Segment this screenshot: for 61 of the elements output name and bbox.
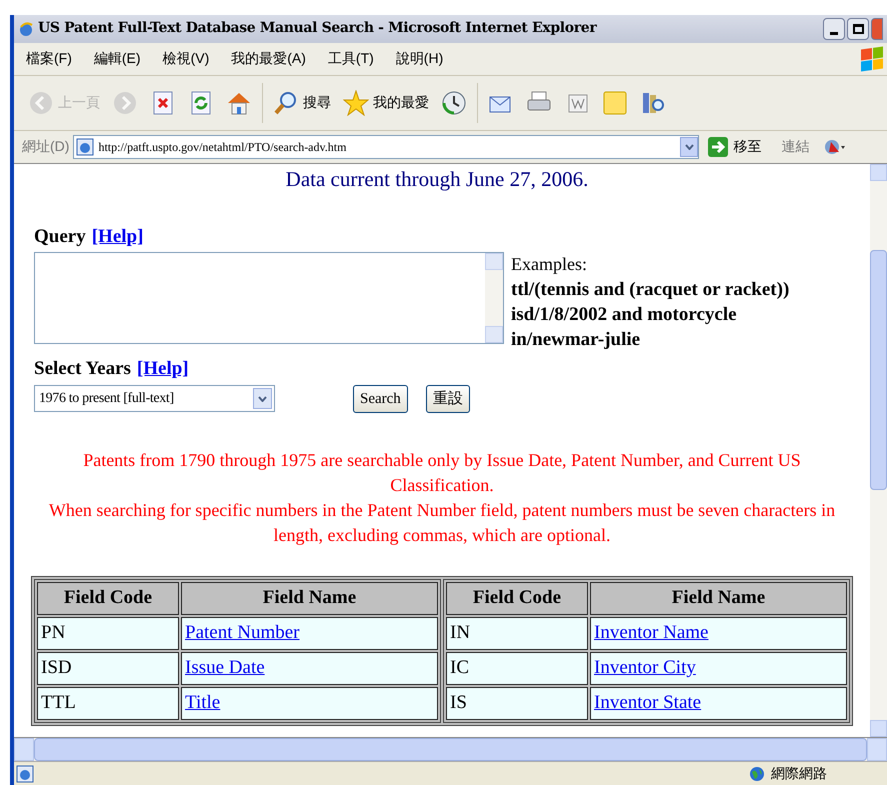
- column-header: Field Name: [181, 582, 438, 615]
- menu-item[interactable]: 檔案(F): [26, 48, 72, 70]
- years-select[interactable]: 1976 to present [full-text]: [34, 385, 275, 412]
- globe-icon: [749, 766, 765, 782]
- star-icon: [343, 90, 369, 116]
- page-icon: [76, 138, 94, 156]
- vertical-scrollbar[interactable]: [870, 162, 887, 738]
- go-button[interactable]: 移至: [703, 136, 766, 158]
- page-heading: Data current through June 27, 2006.: [284, 166, 590, 193]
- window-title: US Patent Full-Text Database Manual Search - Microsoft Internet Explorer: [38, 19, 596, 38]
- clock-icon: [441, 90, 467, 116]
- notice-text: When searching for specific numbers in the Patent Number field, patent numbers must be seven characters in length, excluding commas, which are optional.: [48, 498, 836, 547]
- maximize-button[interactable]: [847, 18, 869, 40]
- query-label: Query: [34, 224, 86, 249]
- chevron-down-icon: [684, 144, 694, 150]
- table-cell: TTL: [37, 686, 179, 720]
- example-query: in/newmar-julie: [511, 328, 642, 352]
- table-cell: ISD: [37, 652, 179, 685]
- menu-item[interactable]: 編輯(E): [94, 48, 141, 70]
- browser-icon: [16, 764, 34, 782]
- address-field[interactable]: http://patft.uspto.gov/netahtml/PTO/search-adv.htm: [73, 134, 700, 159]
- years-label: Select Years: [34, 357, 131, 382]
- example-query: isd/1/8/2002 and motorcycle: [511, 303, 738, 328]
- forward-icon: [112, 90, 138, 116]
- chevron-down-icon: [258, 396, 267, 402]
- table-cell: IS: [446, 686, 588, 720]
- examples-label: Examples:: [511, 253, 588, 276]
- dropdown-button[interactable]: [680, 136, 698, 157]
- menu-item[interactable]: 我的最愛(A): [231, 48, 306, 70]
- horizontal-scrollbar[interactable]: [14, 737, 887, 762]
- zone-label: 網際網路: [771, 764, 827, 783]
- menu-item[interactable]: 檢視(V): [162, 48, 210, 70]
- help-link[interactable]: [Help]: [92, 222, 144, 252]
- table-cell: IC: [446, 652, 588, 685]
- note-icon: [602, 90, 628, 116]
- address-label: 網址(D): [22, 137, 70, 156]
- field-link[interactable]: Title: [185, 692, 220, 714]
- minimize-button[interactable]: [823, 18, 845, 40]
- toolbar-button[interactable]: 我的最愛: [341, 90, 431, 116]
- arrow-right-icon: [707, 136, 730, 158]
- query-field[interactable]: [34, 252, 504, 344]
- search-button[interactable]: Search: [353, 384, 408, 413]
- links-button[interactable]: 連結: [781, 136, 810, 158]
- column-header: Field Name: [590, 582, 847, 615]
- scrollbar[interactable]: [485, 253, 503, 344]
- column-header: Field Code: [37, 582, 179, 615]
- menu-item[interactable]: 說明(H): [396, 48, 444, 70]
- help-link[interactable]: [Help]: [136, 355, 189, 384]
- menu-item[interactable]: 工具(T): [328, 48, 374, 70]
- field-link[interactable]: Issue Date: [185, 657, 265, 678]
- table-cell: IN: [446, 616, 588, 650]
- column-header: Field Code: [446, 582, 588, 615]
- toolbar-button[interactable]: 搜尋: [271, 90, 333, 116]
- search-icon: [273, 90, 299, 116]
- browser-icon: [18, 20, 34, 37]
- reset-button[interactable]: 重設: [426, 384, 470, 413]
- table-cell: PN: [37, 616, 179, 650]
- windows-logo-icon: [861, 46, 883, 72]
- back-icon: [28, 90, 54, 116]
- example-query: ttl/(tennis and (racquet or racket)): [511, 278, 790, 302]
- notice-text: Patents from 1790 through 1975 are searchable only by Issue Date, Patent Number, and Current US Classification.: [82, 448, 802, 497]
